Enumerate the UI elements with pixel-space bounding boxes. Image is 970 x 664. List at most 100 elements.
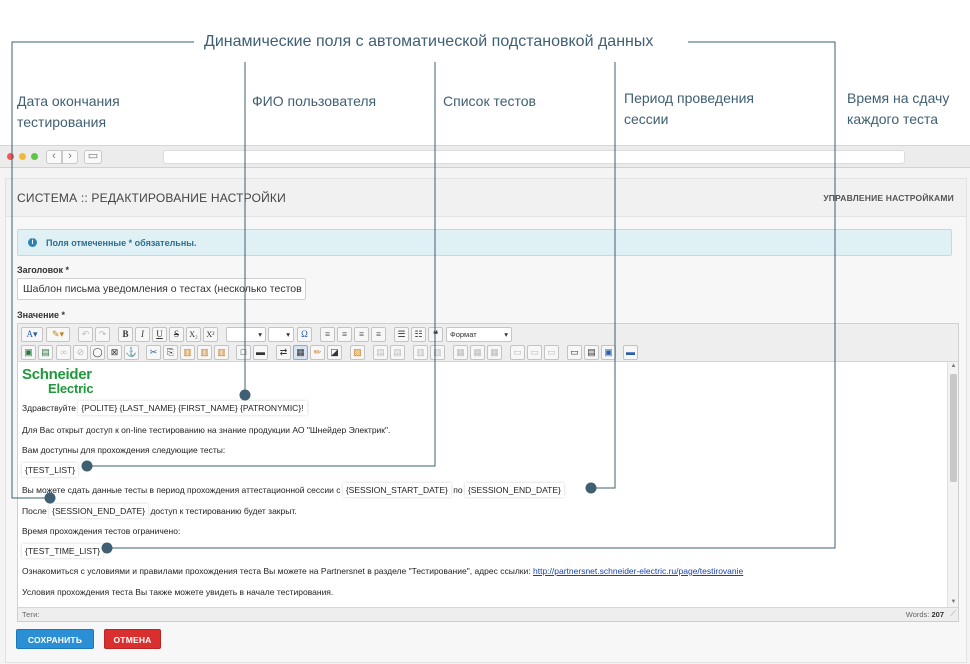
table-delete-col-icon[interactable]: ▥ <box>430 345 445 360</box>
align-right-icon[interactable]: ≡ <box>354 327 369 342</box>
format-select[interactable]: Формат ▾ <box>446 327 512 342</box>
remove-format-icon[interactable]: ⊠ <box>107 345 122 360</box>
redo-icon[interactable]: ↷ <box>95 327 110 342</box>
forward-arrow-icon[interactable]: › <box>62 150 78 164</box>
save-button[interactable]: СОХРАНИТЬ <box>16 629 94 649</box>
paste-icon[interactable]: ▥ <box>180 345 195 360</box>
end-date-placeholder: {SESSION_END_DATE} <box>49 504 149 518</box>
window-maximize-dot[interactable] <box>31 153 38 160</box>
manage-settings-link[interactable]: УПРАВЛЕНИЕ НАСТРОЙКАМИ <box>823 193 954 203</box>
user-name-placeholder: {POLITE} {LAST_NAME} {FIRST_NAME} {PATRO… <box>78 401 307 415</box>
blockquote-icon[interactable]: ❝ <box>428 327 443 342</box>
highlight-color-icon[interactable]: ✎▾ <box>46 327 70 342</box>
info-icon: i <box>28 238 37 247</box>
copy-icon[interactable]: ⎘ <box>163 345 178 360</box>
font-size-select[interactable]: ▾ <box>268 327 294 342</box>
unlink-icon[interactable]: ⊘ <box>73 345 88 360</box>
bold-icon[interactable]: B <box>118 327 133 342</box>
table-insert-col-icon[interactable]: ▥ <box>413 345 428 360</box>
rules-line: Ознакомиться с условиями и правилами про… <box>22 566 743 576</box>
annotation-label-time-per-test: Время на сдачу каждого теста <box>847 88 949 130</box>
pencil-icon[interactable]: ✏ <box>310 345 325 360</box>
font-family-select[interactable]: ▾ <box>226 327 266 342</box>
special-char-icon[interactable]: Ω <box>297 327 312 342</box>
browser-window: ‹ › ▭ СИСТЕМА :: РЕДАКТИРОВАНИЕ НАСТРОЙК… <box>0 145 970 664</box>
underline-icon[interactable]: U <box>152 327 167 342</box>
resize-handle-icon[interactable]: ⟋ <box>950 609 956 619</box>
cancel-button[interactable]: ОТМЕНА <box>104 629 161 649</box>
source-code-icon[interactable]: ▤ <box>584 345 599 360</box>
subscript-icon[interactable]: X₂ <box>186 327 201 342</box>
word-count-label: Words: <box>905 610 930 619</box>
word-count-value: 207 <box>931 610 944 619</box>
find-icon[interactable]: ⇄ <box>276 345 291 360</box>
table-delete-row-icon[interactable]: ▤ <box>390 345 405 360</box>
annotation-label-session-period: Период проведения сессии <box>624 88 754 130</box>
undo-icon[interactable]: ↶ <box>78 327 93 342</box>
annotation-label-line: Дата окончания <box>17 93 120 109</box>
title-field-label: Заголовок * <box>17 265 70 275</box>
window-close-dot[interactable] <box>7 153 14 160</box>
chevron-down-icon: ▾ <box>258 330 262 339</box>
test-list-placeholder: {TEST_LIST} <box>22 463 79 477</box>
table-grid-icon[interactable]: ▦ <box>293 345 308 360</box>
table-split-icon[interactable]: ▦ <box>453 345 468 360</box>
greeting-text: Здравствуйте <box>22 403 76 413</box>
text-color-icon[interactable]: A▾ <box>21 327 43 342</box>
sidebar-toggle-icon[interactable]: ▭ <box>84 150 102 164</box>
annotation-label-line: ФИО пользователя <box>252 93 377 109</box>
title-input[interactable]: Шаблон письма уведомления о тестах (неск… <box>17 278 306 300</box>
show-blocks-icon[interactable]: ▬ <box>623 345 638 360</box>
fullscreen-icon[interactable]: ▣ <box>601 345 616 360</box>
column-props-icon[interactable]: ▭ <box>544 345 559 360</box>
numbered-list-icon[interactable]: ☷ <box>411 327 426 342</box>
annotation-label-line: каждого теста <box>847 111 939 127</box>
save-doc-icon[interactable]: ▣ <box>21 345 36 360</box>
rich-text-editor: A▾ ✎▾ ↶ ↷ B I U S X₂ X² ▾ ▾ Ω ≡ ≡ ≡ ≡ ☰ … <box>17 323 959 622</box>
value-field-label: Значение * <box>17 310 66 320</box>
preview-icon[interactable]: ▭ <box>567 345 582 360</box>
image-icon[interactable]: ▧ <box>350 345 365 360</box>
scroll-thumb[interactable] <box>950 374 957 482</box>
comment-icon[interactable]: ◯ <box>90 345 105 360</box>
annotation-label-line: Список тестов <box>443 93 536 109</box>
bullet-list-icon[interactable]: ☰ <box>394 327 409 342</box>
align-left-icon[interactable]: ≡ <box>320 327 335 342</box>
italic-icon[interactable]: I <box>135 327 150 342</box>
table-merge-icon[interactable]: ▦ <box>470 345 485 360</box>
test-list-line: {TEST_LIST} <box>22 463 79 477</box>
horizontal-rule-icon[interactable]: ▬ <box>253 345 268 360</box>
browser-chrome: ‹ › ▭ <box>0 146 970 168</box>
rules-link[interactable]: http://partnersnet.schneider-electric.ru… <box>533 566 743 576</box>
align-center-icon[interactable]: ≡ <box>337 327 352 342</box>
rules-prefix: Ознакомиться с условиями и правилами про… <box>22 566 531 576</box>
template-icon[interactable]: ▤ <box>38 345 53 360</box>
paste-word-icon[interactable]: ▥ <box>214 345 229 360</box>
new-page-icon[interactable]: □ <box>236 345 251 360</box>
editor-scrollbar[interactable]: ▲ ▼ <box>947 362 958 607</box>
cut-icon[interactable]: ✂ <box>146 345 161 360</box>
anchor-icon[interactable]: ⚓ <box>124 345 139 360</box>
align-justify-icon[interactable]: ≡ <box>371 327 386 342</box>
cell-props-icon[interactable]: ▭ <box>510 345 525 360</box>
time-list-line: {TEST_TIME_LIST} <box>22 544 104 558</box>
required-fields-alert: i Поля отмеченные * обязательны. <box>17 229 952 256</box>
link-icon[interactable]: ∞ <box>56 345 71 360</box>
eraser-icon[interactable]: ◪ <box>327 345 342 360</box>
strikethrough-icon[interactable]: S <box>169 327 184 342</box>
paste-text-icon[interactable]: ▥ <box>197 345 212 360</box>
table-insert-row-icon[interactable]: ▤ <box>373 345 388 360</box>
access-closed-line: После {SESSION_END_DATE} доступ к тестир… <box>22 504 297 518</box>
scroll-down-icon[interactable]: ▼ <box>950 599 957 606</box>
scroll-up-icon[interactable]: ▲ <box>950 363 957 370</box>
annotation-title: Динамические поля с автоматической подст… <box>204 33 654 50</box>
logo-line-2: Electric <box>48 381 94 396</box>
format-select-label: Формат <box>450 330 477 339</box>
window-minimize-dot[interactable] <box>19 153 26 160</box>
table-props-icon[interactable]: ▦ <box>487 345 502 360</box>
superscript-icon[interactable]: X² <box>203 327 218 342</box>
address-bar[interactable] <box>163 150 905 164</box>
row-props-icon[interactable]: ▭ <box>527 345 542 360</box>
editor-content[interactable]: Schneider Electric Здравствуйте {POLITE}… <box>18 362 946 607</box>
back-arrow-icon[interactable]: ‹ <box>46 150 62 164</box>
